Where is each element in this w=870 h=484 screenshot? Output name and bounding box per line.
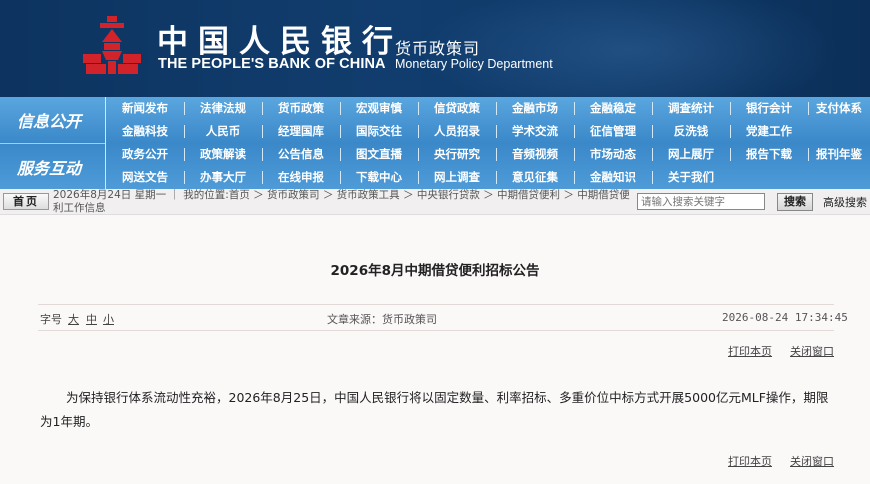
nav-item[interactable]: 办事大厅	[184, 166, 262, 189]
article-title: 2026年8月中期借贷便利招标公告	[330, 263, 540, 279]
nav-item[interactable]: 调查统计	[652, 97, 730, 120]
nav-item[interactable]: 意见征集	[496, 166, 574, 189]
print-page-link[interactable]: 打印本页	[728, 453, 772, 469]
nav-item[interactable]: 报告下载	[730, 143, 808, 166]
nav-item[interactable]: 关于我们	[652, 166, 730, 189]
nav-item[interactable]: 人民币	[184, 120, 262, 143]
nav-item[interactable]: 金融市场	[496, 97, 574, 120]
bank-name-cn[interactable]: 中国人民银行	[157, 16, 403, 61]
nav-section-label: 信息公开	[17, 112, 82, 131]
nav-item[interactable]: 银行会计	[730, 97, 808, 120]
nav-item[interactable]: 反洗钱	[652, 120, 730, 143]
nav-item[interactable]: 音频视频	[496, 143, 574, 166]
breadcrumb[interactable]: 2026年8月24日 星期一 ｜ 我的位置:首页 ＞ 货币政策司 ＞ 货币政策工…	[53, 189, 633, 215]
font-size-medium-link[interactable]: 中	[86, 311, 97, 327]
close-window-link[interactable]: 关闭窗口	[790, 453, 834, 469]
advanced-search-link[interactable]: 高级搜索	[823, 194, 867, 210]
search-button[interactable]: 搜索	[777, 193, 813, 211]
font-size-label: 字号	[40, 313, 62, 326]
nav-item[interactable]: 党建工作	[730, 120, 808, 143]
divider	[38, 330, 834, 331]
nav-item[interactable]: 在线申报	[262, 166, 340, 189]
nav-section-info-disclosure: 信息公开	[0, 97, 105, 143]
nav-item[interactable]: 货币政策	[262, 97, 340, 120]
nav-item[interactable]: 政务公开	[106, 143, 184, 166]
article-body: 为保持银行体系流动性充裕，2026年8月25日，中国人民银行将以固定数量、利率招…	[40, 390, 829, 429]
pboc-logo-icon[interactable]	[80, 14, 144, 76]
nav-item[interactable]: 人员招录	[418, 120, 496, 143]
nav-row-4: 网送文告 办事大厅 在线申报 下载中心 网上调查 意见征集 金融知识 关于我们	[106, 166, 870, 189]
nav-section-service-interaction: 服务互动	[0, 143, 105, 189]
home-button[interactable]: 首页	[3, 193, 49, 210]
nav-item[interactable]: 报刊年鉴	[808, 143, 870, 166]
nav-row-3: 政务公开 政策解读 公告信息 图文直播 央行研究 音频视频 市场动态 网上展厅 …	[106, 143, 870, 166]
search-input[interactable]	[637, 193, 765, 210]
print-page-link[interactable]: 打印本页	[728, 343, 772, 359]
nav-item[interactable]: 市场动态	[574, 143, 652, 166]
nav-item[interactable]: 新闻发布	[106, 97, 184, 120]
nav-item[interactable]: 国际交往	[340, 120, 418, 143]
nav-item[interactable]: 金融科技	[106, 120, 184, 143]
nav-item[interactable]: 下载中心	[340, 166, 418, 189]
nav-row-1: 新闻发布 法律法规 货币政策 宏观审慎 信贷政策 金融市场 金融稳定 调查统计 …	[106, 97, 870, 120]
font-size-large-link[interactable]: 大	[68, 311, 79, 327]
nav-item[interactable]: 政策解读	[184, 143, 262, 166]
divider	[38, 304, 834, 305]
nav-item[interactable]: 宏观审慎	[340, 97, 418, 120]
nav-item[interactable]: 信贷政策	[418, 97, 496, 120]
bank-name-en[interactable]: THE PEOPLE'S BANK OF CHINA	[158, 56, 386, 72]
nav-item[interactable]: 网送文告	[106, 166, 184, 189]
nav-item[interactable]: 金融知识	[574, 166, 652, 189]
site-header: 中国人民银行 THE PEOPLE'S BANK OF CHINA 货币政策司 …	[0, 0, 870, 97]
nav-item[interactable]: 征信管理	[574, 120, 652, 143]
nav-item[interactable]: 公告信息	[262, 143, 340, 166]
article-source: 文章来源：货币政策司	[327, 313, 437, 326]
nav-item[interactable]: 经理国库	[262, 120, 340, 143]
nav-item[interactable]: 金融稳定	[574, 97, 652, 120]
nav-item[interactable]: 图文直播	[340, 143, 418, 166]
nav-item[interactable]: 网上调查	[418, 166, 496, 189]
font-size-small-link[interactable]: 小	[103, 311, 114, 327]
header-sheen	[420, 0, 840, 97]
close-window-link[interactable]: 关闭窗口	[790, 343, 834, 359]
main-navigation: 信息公开 服务互动 新闻发布 法律法规 货币政策 宏观审慎 信贷政策 金融市场 …	[0, 97, 870, 189]
nav-item[interactable]: 央行研究	[418, 143, 496, 166]
department-name-en: Monetary Policy Department	[395, 57, 553, 71]
nav-item[interactable]: 支付体系	[808, 97, 870, 120]
nav-row-2: 金融科技 人民币 经理国库 国际交往 人员招录 学术交流 征信管理 反洗钱 党建…	[106, 120, 870, 143]
department-name-cn: 货币政策司	[395, 39, 481, 58]
nav-item[interactable]: 法律法规	[184, 97, 262, 120]
nav-item[interactable]: 网上展厅	[652, 143, 730, 166]
nav-section-label: 服务互动	[17, 159, 82, 178]
nav-item[interactable]: 学术交流	[496, 120, 574, 143]
article-datetime: 2026-08-24 17:34:45	[722, 311, 848, 324]
